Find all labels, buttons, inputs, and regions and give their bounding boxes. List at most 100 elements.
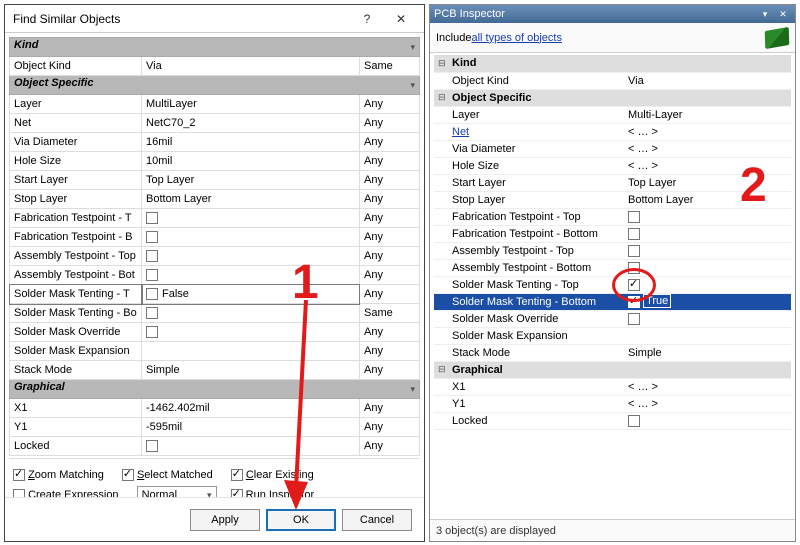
dropdown-button[interactable]: ▾ <box>757 7 773 21</box>
grid-row[interactable]: Solder Mask Tenting - Top <box>434 276 791 293</box>
grid-row[interactable]: Solder Mask Override <box>434 310 791 327</box>
grid-row[interactable]: Locked <box>434 412 791 429</box>
grid-row[interactable]: Assembly Testpoint - TopAny <box>10 247 420 266</box>
mode-combo[interactable]: Normal▾ <box>137 486 217 497</box>
grid-row[interactable]: NetNetC70_2Any <box>10 114 420 133</box>
grid-row[interactable]: Fabrication Testpoint - Top <box>434 208 791 225</box>
grid-row[interactable]: LayerMultiLayerAny <box>10 95 420 114</box>
checkbox[interactable] <box>146 231 158 243</box>
grid-row[interactable]: Solder Mask Tenting - BoSame <box>10 304 420 323</box>
section-header-kind[interactable]: ⊟Kind <box>434 55 791 72</box>
checkbox[interactable] <box>146 288 158 300</box>
section-header-kind[interactable]: Kind▾ <box>10 38 420 57</box>
grid-row[interactable]: Solder Mask OverrideAny <box>10 323 420 342</box>
grid-row[interactable]: Via Diameter16milAny <box>10 133 420 152</box>
pcb-icon <box>765 26 790 48</box>
apply-button[interactable]: Apply <box>190 509 260 531</box>
grid-row[interactable]: Solder Mask Expansion <box>434 327 791 344</box>
checkbox[interactable] <box>628 211 640 223</box>
grid-row[interactable]: Object KindVia <box>434 72 791 89</box>
grid-row[interactable]: LayerMulti-Layer <box>434 106 791 123</box>
grid-row[interactable]: Y1-595milAny <box>10 418 420 437</box>
dialog-options: Zoom Matching Select Matched Clear Exist… <box>9 458 420 497</box>
chevron-down-icon: ▾ <box>763 9 768 20</box>
inspector-grid: ⊟Kind Object KindVia ⊟Object Specific La… <box>434 55 791 430</box>
grid-row[interactable]: LockedAny <box>10 437 420 456</box>
checkbox[interactable] <box>146 212 158 224</box>
checkbox[interactable] <box>628 296 640 308</box>
checkbox[interactable] <box>628 415 640 427</box>
grid-row[interactable]: Object Kind Via Same <box>10 57 420 76</box>
close-button[interactable]: ✕ <box>384 8 418 30</box>
grid-row[interactable]: Stop LayerBottom Layer <box>434 191 791 208</box>
find-similar-objects-dialog: Find Similar Objects ? ✕ Kind▾ Object Ki… <box>4 4 425 542</box>
grid-row[interactable]: Stop LayerBottom LayerAny <box>10 190 420 209</box>
section-header-graphical[interactable]: ⊟Graphical <box>434 361 791 378</box>
ok-button[interactable]: OK <box>266 509 336 531</box>
dialog-titlebar[interactable]: Find Similar Objects ? ✕ <box>5 5 424 33</box>
select-matched-checkbox[interactable]: Select Matched <box>122 469 213 481</box>
inspector-titlebar[interactable]: PCB Inspector ▾ ✕ <box>430 5 795 23</box>
checkbox[interactable] <box>146 440 158 452</box>
close-panel-button[interactable]: ✕ <box>775 7 791 21</box>
row-value[interactable]: Via <box>142 57 360 76</box>
clear-existing-checkbox[interactable]: Clear Existing <box>231 469 314 481</box>
inspector-status-bar: 3 object(s) are displayed <box>430 519 795 541</box>
grid-row[interactable]: Fabrication Testpoint - TAny <box>10 209 420 228</box>
grid-row[interactable]: Start LayerTop LayerAny <box>10 171 420 190</box>
grid-row[interactable]: Hole Size10milAny <box>10 152 420 171</box>
cancel-button[interactable]: Cancel <box>342 509 412 531</box>
inspector-include-bar: Include all types of objects <box>430 23 795 53</box>
checkbox[interactable] <box>146 269 158 281</box>
grid-row[interactable]: Stack ModeSimpleAny <box>10 361 420 380</box>
row-label: Object Kind <box>10 57 142 76</box>
chevron-down-icon: ▾ <box>207 490 212 498</box>
grid-row[interactable]: Fabrication Testpoint - BAny <box>10 228 420 247</box>
grid-row-selected[interactable]: Solder Mask Tenting - Bottom True <box>434 293 791 310</box>
grid-row[interactable]: Via Diameter< … > <box>434 140 791 157</box>
include-link[interactable]: all types of objects <box>471 32 562 44</box>
section-header-object-specific[interactable]: Object Specific▾ <box>10 76 420 95</box>
checkbox[interactable] <box>628 228 640 240</box>
annotation-number-1: 1 <box>292 255 319 310</box>
checkbox[interactable] <box>628 279 640 291</box>
grid-row[interactable]: Y1< … > <box>434 395 791 412</box>
grid-row[interactable]: Net< … > <box>434 123 791 140</box>
grid-row[interactable]: Hole Size< … > <box>434 157 791 174</box>
grid-row[interactable]: Stack ModeSimple <box>434 344 791 361</box>
properties-grid: Kind▾ Object Kind Via Same Object Specif… <box>9 37 420 456</box>
grid-row[interactable]: Assembly Testpoint - BotAny <box>10 266 420 285</box>
checkbox[interactable] <box>146 307 158 319</box>
zoom-matching-checkbox[interactable]: Zoom Matching <box>13 469 104 481</box>
checkbox[interactable] <box>146 326 158 338</box>
grid-row[interactable]: X1-1462.402milAny <box>10 399 420 418</box>
dialog-footer: Apply OK Cancel <box>5 497 424 541</box>
grid-row[interactable]: X1< … > <box>434 378 791 395</box>
checkbox-icon <box>13 469 25 481</box>
dialog-body: Kind▾ Object Kind Via Same Object Specif… <box>5 33 424 497</box>
chevron-down-icon: ▾ <box>410 39 415 56</box>
checkbox[interactable] <box>628 262 640 274</box>
section-header-object-specific[interactable]: ⊟Object Specific <box>434 89 791 106</box>
inspector-body: ⊟Kind Object KindVia ⊟Object Specific La… <box>430 53 795 519</box>
checkbox-icon <box>13 489 25 497</box>
section-header-graphical[interactable]: Graphical▾ <box>10 380 420 399</box>
grid-row[interactable]: Fabrication Testpoint - Bottom <box>434 225 791 242</box>
help-button[interactable]: ? <box>350 8 384 30</box>
create-expression-checkbox[interactable]: Create Expression <box>13 489 119 497</box>
grid-row[interactable]: Assembly Testpoint - Top <box>434 242 791 259</box>
checkbox[interactable] <box>628 245 640 257</box>
checkbox[interactable] <box>146 250 158 262</box>
checkbox-icon <box>231 489 243 497</box>
run-inspector-checkbox[interactable]: Run Inspector <box>231 489 315 497</box>
grid-row-editing[interactable]: Solder Mask Tenting - T False Any <box>10 285 420 304</box>
grid-row[interactable]: Solder Mask ExpansionAny <box>10 342 420 361</box>
inspector-title: PCB Inspector <box>434 8 505 20</box>
include-label: Include <box>436 32 471 44</box>
checkbox[interactable] <box>628 313 640 325</box>
close-icon: ✕ <box>396 12 406 26</box>
grid-row[interactable]: Start LayerTop Layer <box>434 174 791 191</box>
row-match[interactable]: Same <box>359 57 419 76</box>
grid-row[interactable]: Assembly Testpoint - Bottom <box>434 259 791 276</box>
checkbox-icon <box>122 469 134 481</box>
